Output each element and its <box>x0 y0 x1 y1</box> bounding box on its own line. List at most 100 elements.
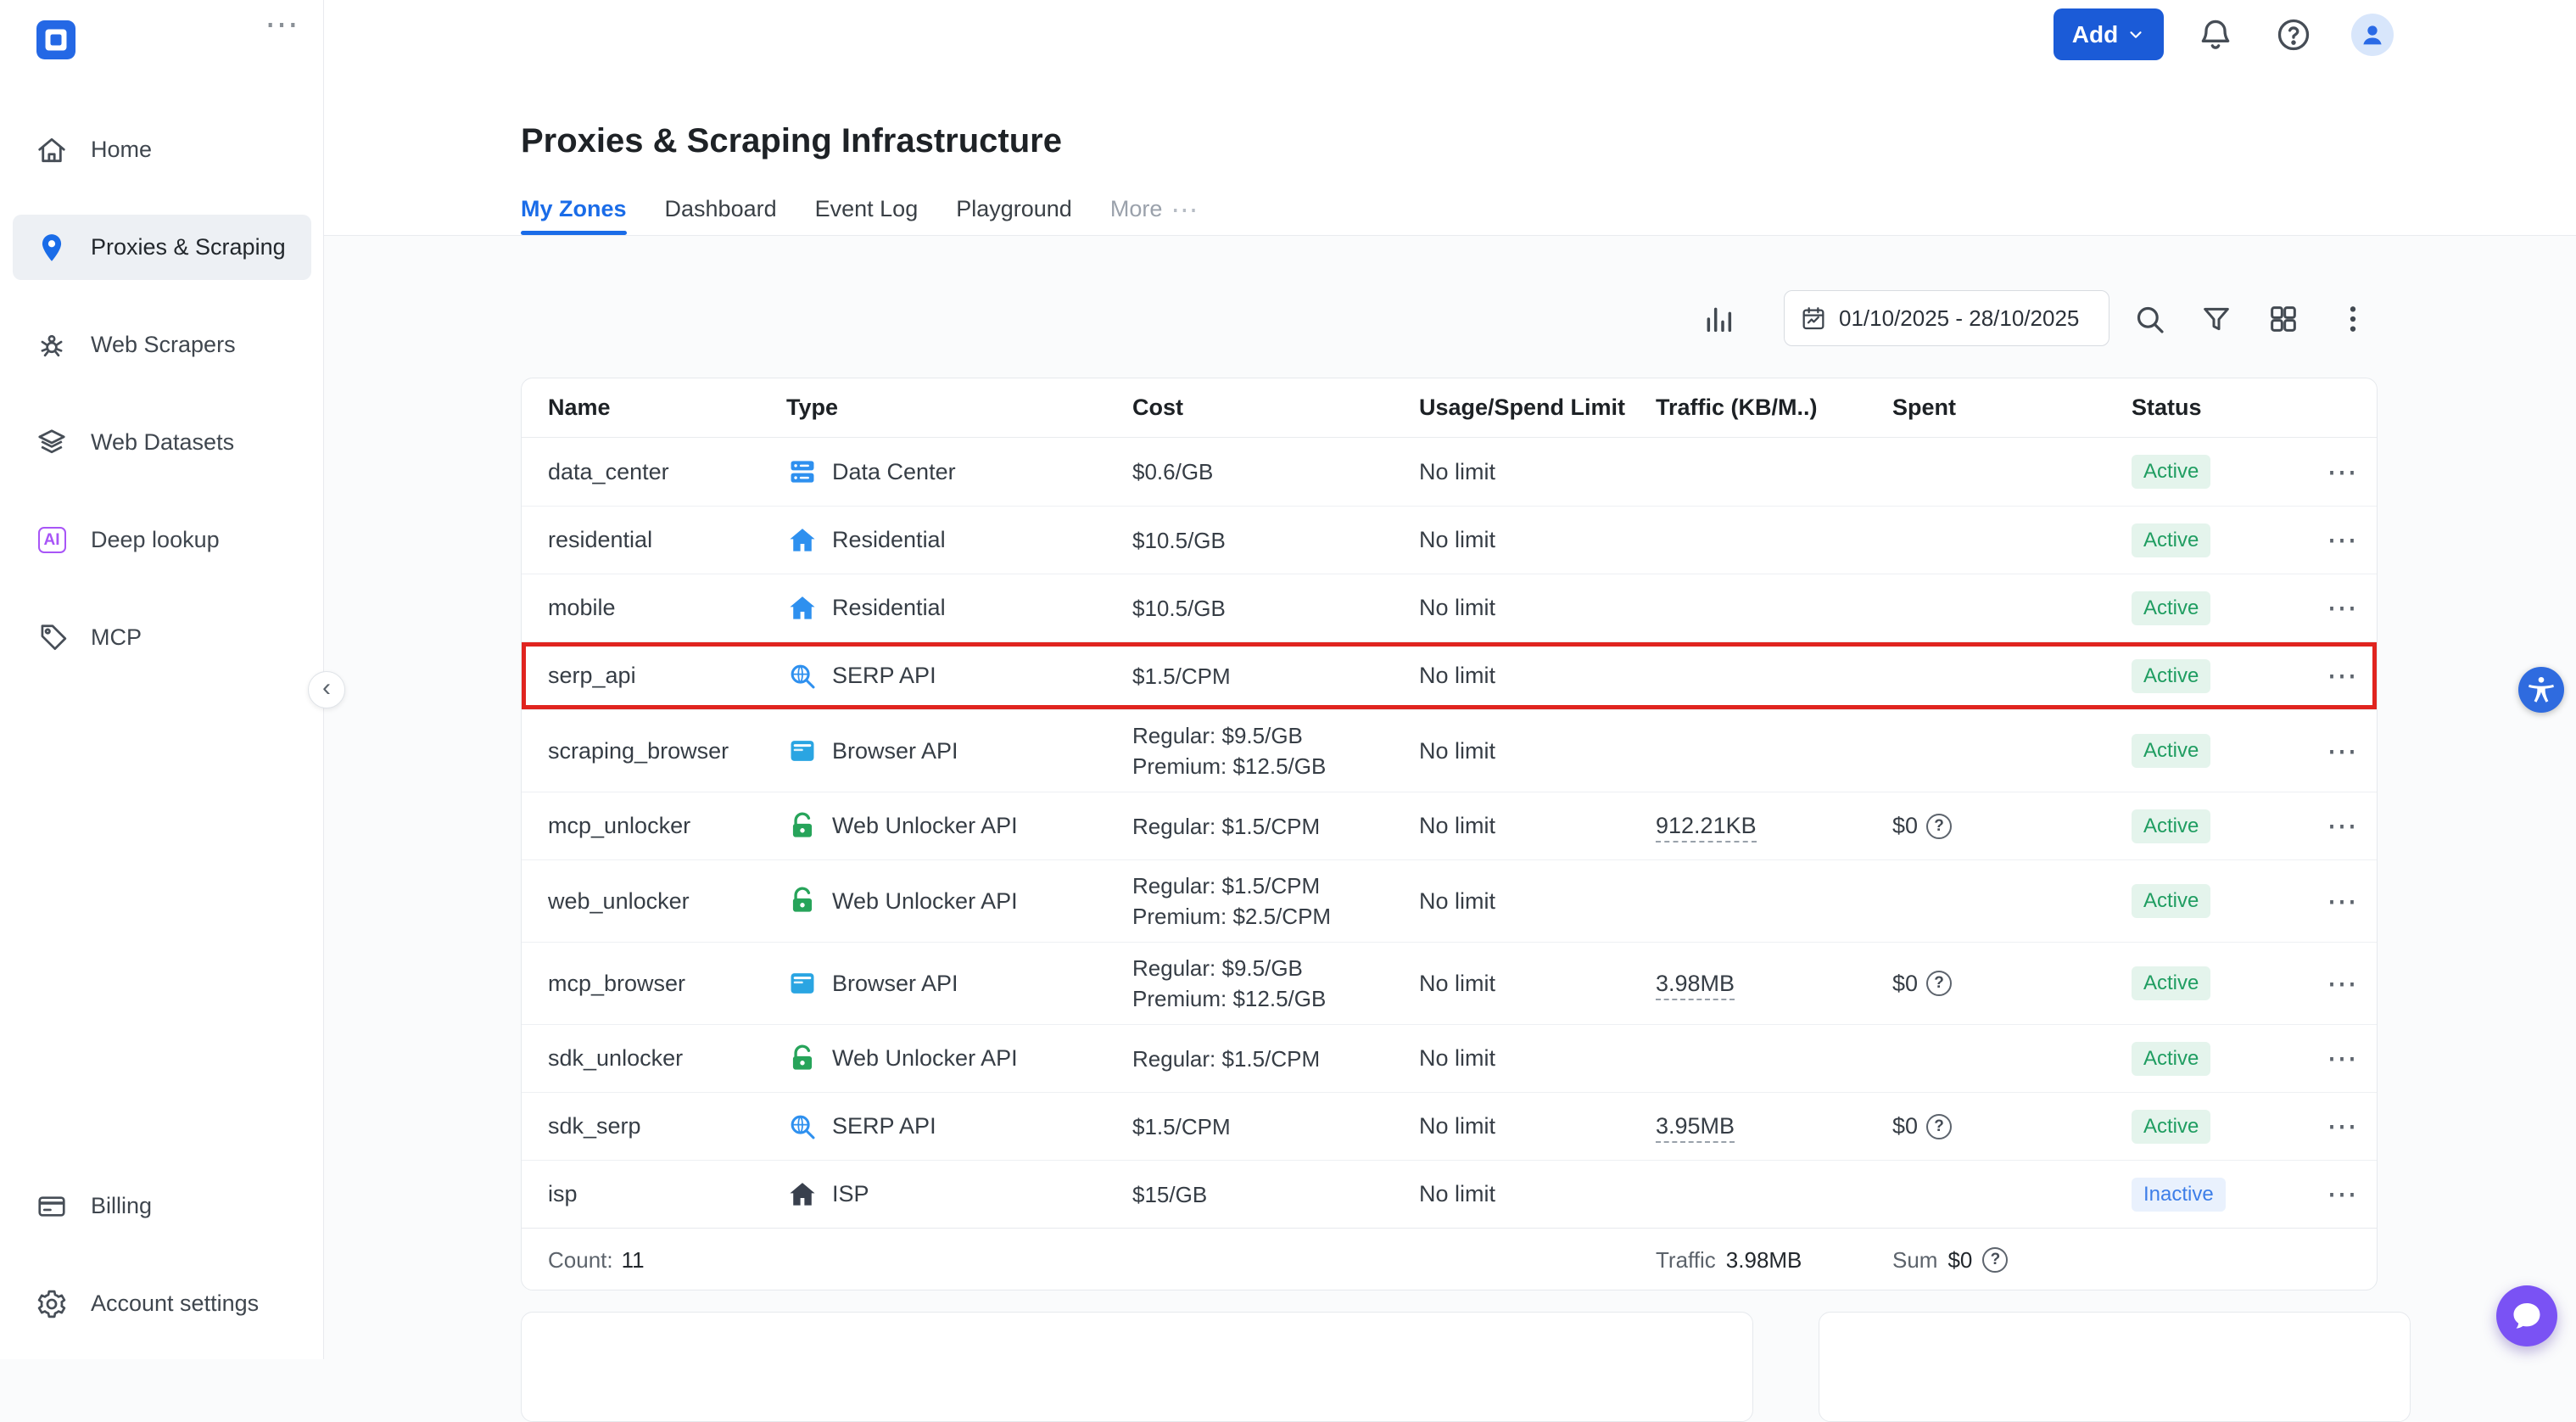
sidebar-item-mcp[interactable]: MCP <box>13 605 311 670</box>
table-row[interactable]: data_center Data Center $0.6/GB No limit… <box>522 438 2377 506</box>
column-header: Traffic (KB/M..) <box>1656 395 1892 421</box>
chevron-down-icon <box>2126 25 2145 44</box>
zones-table: NameTypeCostUsage/Spend LimitTraffic (KB… <box>521 378 2378 1290</box>
sidebar-item-proxies-scraping[interactable]: Proxies & Scraping <box>13 215 311 280</box>
zone-cost: Regular: $1.5/CPMPremium: $2.5/CPM <box>1132 871 1419 932</box>
zone-name: sdk_unlocker <box>548 1045 786 1072</box>
search-icon[interactable] <box>2131 300 2168 338</box>
help-circle-icon[interactable]: ? <box>1982 1247 2008 1273</box>
zone-name: scraping_browser <box>548 738 786 764</box>
row-menu-icon[interactable]: ⋯ <box>2327 883 2357 918</box>
row-menu-icon[interactable]: ⋯ <box>2327 590 2357 624</box>
house-icon <box>786 524 819 557</box>
row-menu-icon[interactable]: ⋯ <box>2327 1176 2357 1211</box>
status-badge: Active <box>2132 659 2210 693</box>
sidebar-item-home[interactable]: Home <box>13 117 311 182</box>
status-badge: Active <box>2132 809 2210 843</box>
zone-name: isp <box>548 1181 786 1207</box>
unlock-icon <box>786 1043 819 1075</box>
zone-type-label: ISP <box>832 1181 869 1207</box>
row-menu-icon[interactable]: ⋯ <box>2327 454 2357 489</box>
footer-sum-label: Sum <box>1892 1247 1937 1274</box>
tab-my-zones[interactable]: My Zones <box>521 195 627 235</box>
table-row[interactable]: sdk_unlocker Web Unlocker API Regular: $… <box>522 1024 2377 1092</box>
tab-label: My Zones <box>521 195 627 223</box>
ai-badge: AI <box>38 527 66 553</box>
zone-name: web_unlocker <box>548 888 786 915</box>
footer-traffic-label: Traffic <box>1656 1247 1716 1274</box>
credit-card-icon <box>35 1190 69 1223</box>
table-row[interactable]: sdk_serp SERP API $1.5/CPM No limit 3.95… <box>522 1092 2377 1160</box>
bar-chart-icon[interactable] <box>1700 300 1737 338</box>
zone-spent: $0 ? <box>1892 971 2132 997</box>
user-avatar[interactable] <box>2351 14 2394 56</box>
sidebar-item-account-settings[interactable]: Account settings <box>13 1271 311 1336</box>
sidebar-item-label: Proxies & Scraping <box>91 234 286 260</box>
sidebar-menu-ellipsis-icon[interactable]: ⋯ <box>265 5 299 44</box>
notifications-bell-icon[interactable] <box>2197 16 2234 53</box>
tab-playground[interactable]: Playground <box>956 195 1072 235</box>
row-menu-icon[interactable]: ⋯ <box>2327 1108 2357 1143</box>
table-row[interactable]: serp_api SERP API $1.5/CPM No limit ? Ac… <box>522 641 2377 709</box>
tab-dashboard[interactable]: Dashboard <box>665 195 777 235</box>
table-footer: Count: 11 Traffic 3.98MB Sum $0 ? <box>522 1228 2377 1290</box>
row-menu-icon[interactable]: ⋯ <box>2327 808 2357 843</box>
sidebar-item-label: Web Datasets <box>91 429 234 456</box>
date-range-value: 01/10/2025 - 28/10/2025 <box>1839 305 2079 332</box>
date-range-picker[interactable]: 01/10/2025 - 28/10/2025 <box>1784 290 2109 346</box>
zone-traffic-value[interactable]: 3.98MB <box>1656 971 1735 1000</box>
sidebar-bottom-nav: Billing Account settings <box>13 1173 311 1336</box>
chat-button[interactable] <box>2496 1285 2557 1346</box>
row-menu-icon[interactable]: ⋯ <box>2327 966 2357 1000</box>
help-circle-icon[interactable]: ? <box>1926 971 1952 996</box>
bottom-panel-right <box>1819 1312 2411 1422</box>
zone-limit: No limit <box>1419 663 1656 689</box>
status-badge: Active <box>2132 455 2210 489</box>
tab-label: Playground <box>956 195 1072 223</box>
zone-traffic-value[interactable]: 3.95MB <box>1656 1113 1735 1143</box>
add-button[interactable]: Add <box>2054 8 2164 60</box>
zone-name: mcp_unlocker <box>548 813 786 839</box>
row-menu-icon[interactable]: ⋯ <box>2327 658 2357 692</box>
table-row[interactable]: isp ISP $15/GB No limit ? Inactive ⋯ <box>522 1160 2377 1228</box>
table-header-row: NameTypeCostUsage/Spend LimitTraffic (KB… <box>522 378 2377 438</box>
zone-spent-value: $0 <box>1892 1113 1918 1139</box>
row-menu-icon[interactable]: ⋯ <box>2327 1040 2357 1075</box>
sidebar-collapse-button[interactable]: ‹ <box>308 671 345 708</box>
sidebar-item-web-scrapers[interactable]: Web Scrapers <box>13 312 311 378</box>
sidebar-item-label: Web Scrapers <box>91 332 236 358</box>
sidebar-item-web-datasets[interactable]: Web Datasets <box>13 410 311 475</box>
help-icon[interactable] <box>2275 16 2312 53</box>
help-circle-icon[interactable]: ? <box>1926 814 1952 839</box>
grid-view-icon[interactable] <box>2265 300 2302 338</box>
tab-event-log[interactable]: Event Log <box>815 195 919 235</box>
tab-label: Event Log <box>815 195 919 223</box>
filter-icon[interactable] <box>2198 300 2235 338</box>
zone-cost: Regular: $1.5/CPM <box>1132 1044 1419 1074</box>
row-menu-icon[interactable]: ⋯ <box>2327 522 2357 557</box>
zone-traffic-value[interactable]: 912.21KB <box>1656 813 1757 843</box>
sidebar-item-billing[interactable]: Billing <box>13 1173 311 1239</box>
table-row[interactable]: web_unlocker Web Unlocker API Regular: $… <box>522 859 2377 942</box>
status-badge: Active <box>2132 591 2210 625</box>
accessibility-button[interactable] <box>2518 667 2564 713</box>
table-row[interactable]: mcp_browser Browser API Regular: $9.5/GB… <box>522 942 2377 1024</box>
zone-spent: $0 ? <box>1892 1113 2132 1139</box>
table-row[interactable]: mobile Residential $10.5/GB No limit ? A… <box>522 574 2377 641</box>
help-circle-icon[interactable]: ? <box>1926 1114 1952 1139</box>
sidebar-item-label: Account settings <box>91 1290 259 1317</box>
zone-cost: $15/GB <box>1132 1179 1419 1210</box>
kebab-menu-icon[interactable] <box>2334 300 2372 338</box>
status-badge: Active <box>2132 1110 2210 1144</box>
row-menu-icon[interactable]: ⋯ <box>2327 733 2357 768</box>
zone-cost: $1.5/CPM <box>1132 1111 1419 1142</box>
chat-bubble-icon <box>2510 1299 2544 1333</box>
footer-traffic-value: 3.98MB <box>1726 1247 1802 1274</box>
sidebar-item-deep-lookup[interactable]: AI Deep lookup <box>13 507 311 573</box>
table-row[interactable]: mcp_unlocker Web Unlocker API Regular: $… <box>522 792 2377 859</box>
table-row[interactable]: residential Residential $10.5/GB No limi… <box>522 506 2377 574</box>
table-row[interactable]: scraping_browser Browser API Regular: $9… <box>522 709 2377 792</box>
zone-cost: Regular: $9.5/GBPremium: $12.5/GB <box>1132 720 1419 781</box>
tab-more[interactable]: More ⋯ <box>1110 195 1199 235</box>
app-logo[interactable] <box>36 20 75 59</box>
